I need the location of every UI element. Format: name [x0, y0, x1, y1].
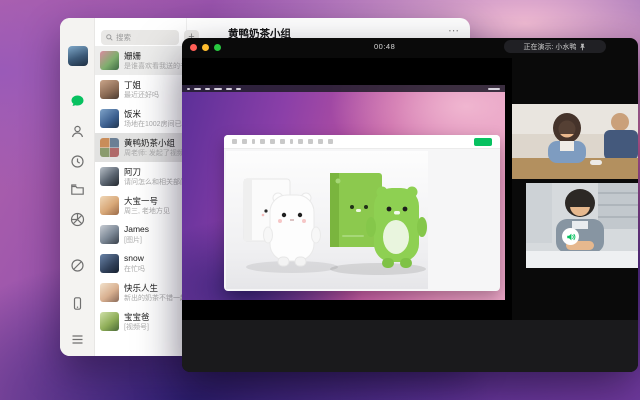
- chat-preview: [图片]: [124, 235, 182, 245]
- minimize-button[interactable]: [202, 44, 209, 51]
- shared-product-image: [226, 151, 428, 289]
- chat-avatar: [100, 109, 119, 128]
- presenting-text: 正在演示: 小水鸭: [524, 42, 577, 52]
- status-icon[interactable]: [70, 258, 85, 273]
- moments-icon[interactable]: [70, 212, 85, 227]
- chat-name: snow: [124, 253, 182, 263]
- search-placeholder: 搜索: [116, 32, 131, 43]
- zoom-button[interactable]: [214, 44, 221, 51]
- chats-icon[interactable]: [70, 94, 85, 109]
- woman-office-video: [512, 104, 638, 179]
- document-confirm-button[interactable]: [474, 138, 492, 146]
- chat-row[interactable]: 快乐人生 新出的奶茶不错一起去打卡: [95, 278, 186, 307]
- chat-preview: 是谁喜欢看我送的书: [124, 61, 182, 71]
- shared-screen: [182, 58, 512, 320]
- chat-avatar: [100, 254, 119, 273]
- shared-menubar: [182, 85, 505, 92]
- favorites-icon[interactable]: [70, 154, 85, 169]
- chat-preview: 场地在1002房间已经订好了: [124, 119, 182, 129]
- desktop: 黄鸭奶茶小组 ⋯: [0, 0, 640, 400]
- close-button[interactable]: [190, 44, 197, 51]
- chat-preview: [视频号]: [124, 322, 182, 332]
- mascot-figures-illustration: [226, 151, 428, 289]
- menu-icon[interactable]: [70, 332, 85, 347]
- man-office-video: [526, 183, 638, 268]
- chat-list: 搜索 姗姗 是谁喜欢看我送的书 丁姐 最近还好吗 饭米 场地在1002房间已经订…: [95, 18, 187, 356]
- contacts-icon[interactable]: [70, 124, 85, 139]
- chat-row[interactable]: snow 在忙吗: [95, 249, 186, 278]
- chat-row[interactable]: 姗姗 是谁喜欢看我送的书: [95, 46, 186, 75]
- chat-preview: 请问怎么和相关部门联系: [124, 177, 182, 187]
- avatar[interactable]: [68, 46, 88, 66]
- shared-document-window: [224, 135, 500, 291]
- chat-row[interactable]: 丁姐 最近还好吗: [95, 75, 186, 104]
- chat-row[interactable]: 宝宝爸 [视频号]: [95, 307, 186, 336]
- group-avatar: [100, 138, 119, 157]
- chat-avatar: [100, 80, 119, 99]
- chat-avatar: [100, 225, 119, 244]
- chat-preview: 周三, 老地方见: [124, 206, 182, 216]
- shared-desktop-wallpaper: [182, 85, 505, 300]
- chat-avatar: [100, 312, 119, 331]
- video-call-window: 00:48 正在演示: 小水鸭: [182, 38, 638, 372]
- pin-icon[interactable]: [579, 43, 586, 51]
- document-toolbar: [224, 135, 500, 149]
- chat-avatar: [100, 51, 119, 70]
- chat-row-selected[interactable]: 黄鸭奶茶小组 周老师: 发起了视频通话: [95, 133, 186, 162]
- call-timer: 00:48: [374, 42, 395, 51]
- chat-row[interactable]: 大宝一号 周三, 老地方见: [95, 191, 186, 220]
- speaker-icon: [566, 232, 576, 242]
- nav-rail: [60, 18, 95, 356]
- speaking-indicator: [562, 228, 579, 245]
- chat-avatar: [100, 167, 119, 186]
- chat-avatar: [100, 196, 119, 215]
- more-icon[interactable]: ⋯: [448, 24, 460, 37]
- search-icon: [106, 34, 113, 41]
- chat-row[interactable]: 阿刀 请问怎么和相关部门联系: [95, 162, 186, 191]
- search-input[interactable]: 搜索: [101, 30, 179, 45]
- chat-row[interactable]: James [图片]: [95, 220, 186, 249]
- chat-preview: 周老师: 发起了视频通话: [124, 148, 182, 158]
- phone-icon[interactable]: [70, 296, 85, 311]
- chat-preview: 最近还好吗: [124, 90, 182, 100]
- participant-video-man[interactable]: [526, 183, 638, 268]
- chat-preview: 新出的奶茶不错一起去打卡: [124, 293, 182, 303]
- call-control-bar: ⌄ ＋ ✕ 摄像头已关 麦克风已开 共享屏幕中 添加成员 挂断: [182, 320, 638, 372]
- chat-row[interactable]: 饭米 场地在1002房间已经订好了: [95, 104, 186, 133]
- participant-video-woman[interactable]: [512, 104, 638, 179]
- chat-name: James: [124, 224, 182, 234]
- chat-avatar: [100, 283, 119, 302]
- chat-files-icon[interactable]: [70, 182, 85, 197]
- chat-preview: 在忙吗: [124, 264, 182, 274]
- presenting-badge: 正在演示: 小水鸭: [504, 40, 606, 53]
